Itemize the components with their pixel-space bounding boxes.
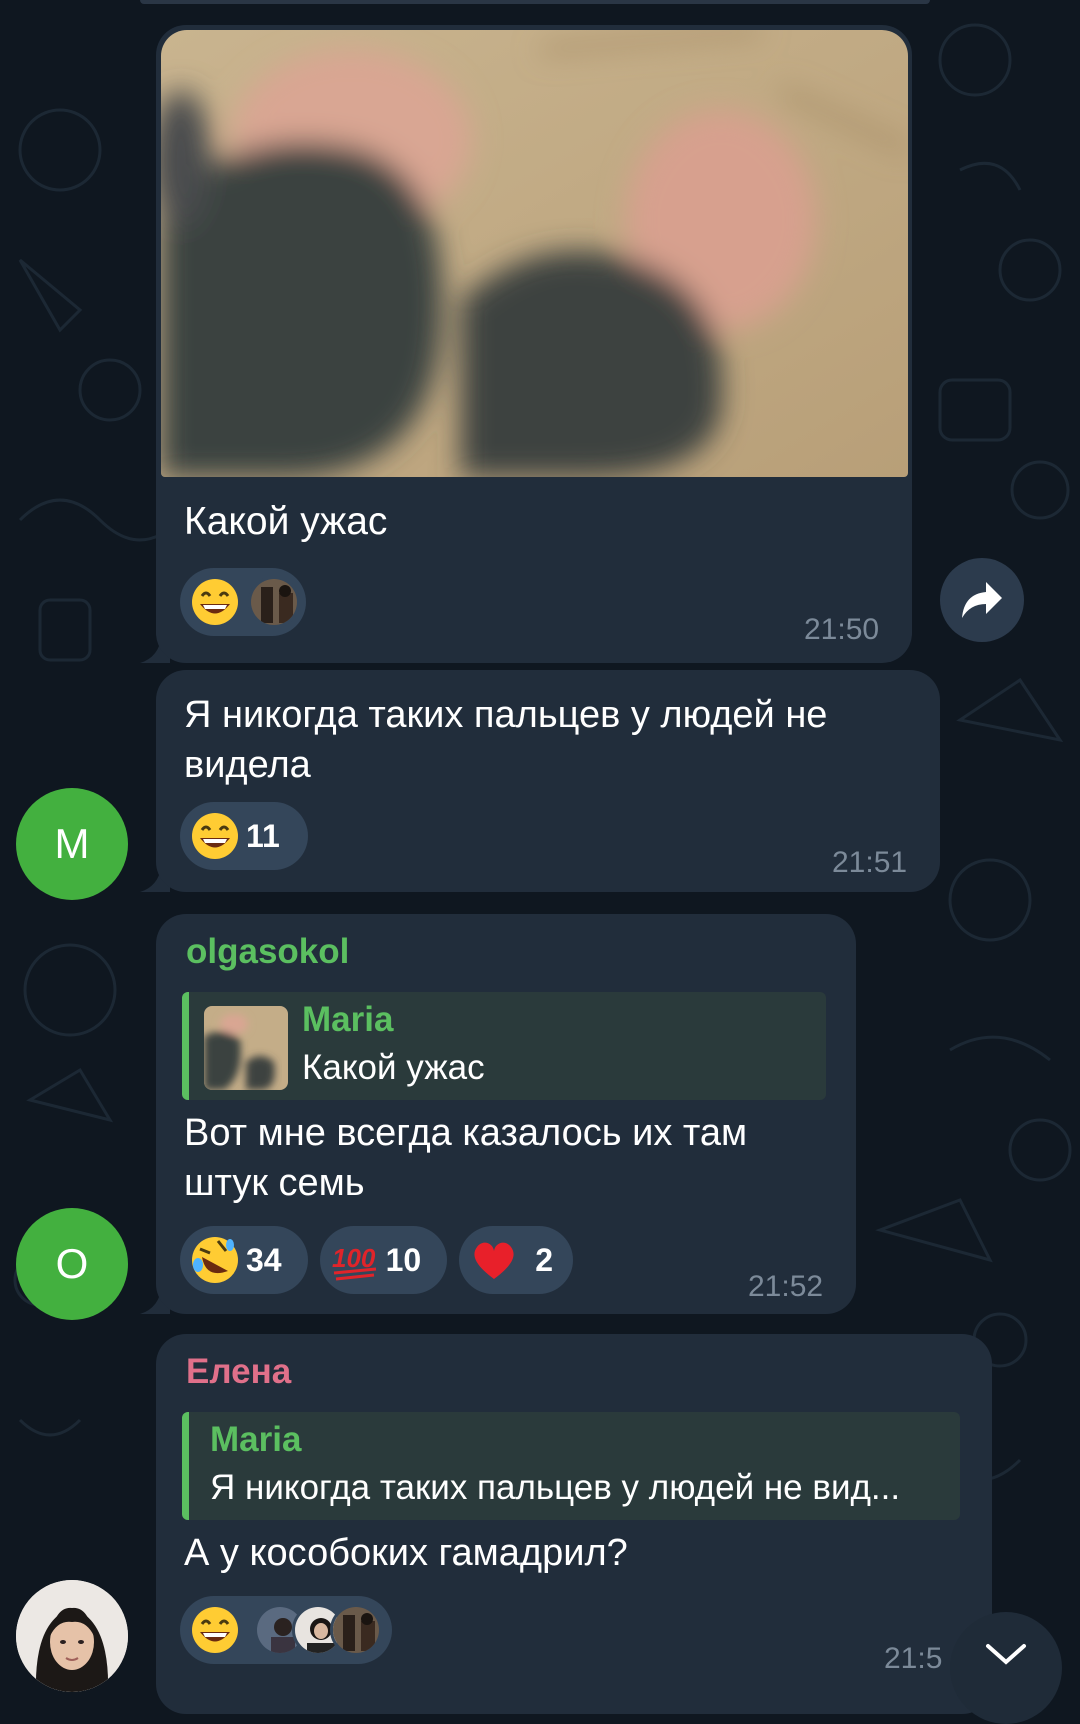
reply-thumbnail (204, 1006, 288, 1090)
message-line: Я никогда таких пальцев у людей не (184, 694, 828, 736)
avatar-letter: O (55, 1240, 89, 1287)
message-reply[interactable]: Елена Maria Я никогда таких пальцев у лю… (156, 1334, 992, 1714)
avatar-letter: M (54, 820, 90, 867)
message-body: Вот мне всегда казалось их там штук семь (184, 1108, 747, 1208)
red-heart-icon (474, 1242, 514, 1279)
reply-quote[interactable]: Maria Я никогда таких пальцев у людей не… (182, 1412, 960, 1520)
avatar-photo (16, 1580, 128, 1692)
reply-text: Какой ужас (302, 1048, 485, 1087)
reactions-row: 34 100 10 2 (180, 1226, 573, 1294)
reaction-hundred[interactable]: 100 10 (319, 1226, 448, 1294)
reaction-grinning[interactable] (180, 568, 306, 636)
sender-name[interactable]: olgasokol (186, 932, 349, 972)
reactions-row (180, 568, 306, 636)
reaction-grinning[interactable] (180, 1596, 392, 1664)
reactor-avatar (248, 576, 300, 628)
message-time: 21:5 (884, 1642, 943, 1675)
reply-bar (182, 1412, 189, 1520)
share-arrow-icon (962, 582, 1002, 618)
grinning-face-icon (192, 579, 238, 625)
message-line: штук семь (184, 1162, 365, 1204)
avatar[interactable] (16, 1580, 128, 1692)
reactor-avatar (330, 1604, 382, 1656)
reaction-count: 34 (246, 1241, 282, 1278)
scroll-down-button[interactable] (950, 1612, 1062, 1724)
reply-quote[interactable]: Maria Какой ужас (182, 992, 826, 1100)
reaction-count: 2 (535, 1241, 553, 1278)
message-line: А у кособоких гамадрил? (184, 1532, 628, 1574)
message-line: Вот мне всегда казалось их там (184, 1112, 748, 1154)
reaction-heart[interactable]: 2 (459, 1226, 573, 1294)
reaction-count: 11 (246, 817, 280, 854)
message-body: Я никогда таких пальцев у людей не видел… (184, 690, 827, 790)
reactions-row: 11 (180, 802, 308, 870)
reactions-row (180, 1596, 392, 1664)
message-time: 21:52 (748, 1270, 824, 1303)
message-photo[interactable]: Какой ужас 21:50 (156, 25, 912, 663)
message-text[interactable]: Я никогда таких пальцев у людей не видел… (156, 670, 940, 892)
message-reply[interactable]: olgasokol Maria Какой ужас Вот мне всегд… (156, 914, 856, 1314)
chevron-down-icon (986, 1644, 1026, 1665)
reaction-rofl[interactable]: 34 (180, 1226, 308, 1294)
sender-name[interactable]: Елена (186, 1352, 291, 1392)
message-time: 21:51 (832, 846, 908, 879)
message-body: А у кособоких гамадрил? (184, 1528, 628, 1578)
avatar[interactable]: M (16, 788, 128, 900)
photo-caption: Какой ужас (184, 500, 388, 543)
reply-bar (182, 992, 189, 1100)
message-time: 21:50 (804, 613, 880, 646)
reaction-grinning[interactable]: 11 (180, 802, 308, 870)
grinning-face-icon (192, 813, 238, 859)
rolling-laughing-face-icon (192, 1237, 238, 1283)
hundred-points-icon: 100 (332, 1243, 376, 1281)
share-button[interactable] (940, 558, 1024, 642)
reaction-count: 10 (385, 1241, 422, 1278)
grinning-face-icon (192, 1607, 238, 1653)
photo-attachment[interactable] (161, 30, 908, 477)
avatar[interactable]: O (16, 1208, 128, 1320)
previous-message-edge (140, 0, 930, 4)
reply-text: Я никогда таких пальцев у людей не вид..… (210, 1468, 901, 1507)
reply-author: Maria (210, 1420, 302, 1459)
message-line: видела (184, 744, 311, 786)
reply-author: Maria (302, 1000, 394, 1039)
